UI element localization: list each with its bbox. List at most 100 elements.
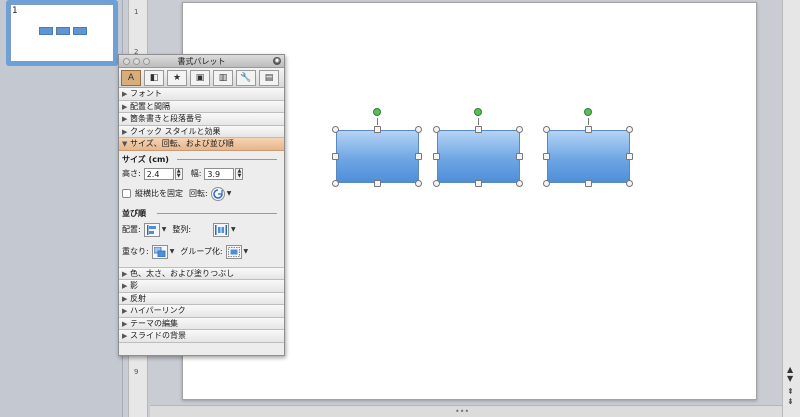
collapse-triangle-icon: ▼ [122,140,128,148]
section-edit-theme[interactable]: ▶ テーマの編集 [119,317,284,330]
text-format-tab-icon[interactable]: A [121,70,141,86]
expand-triangle-icon: ▶ [122,102,128,111]
rectangle-shape[interactable] [437,130,520,183]
page-down-icon[interactable]: ⇟ [787,398,794,406]
section-label: 反射 [130,293,146,303]
width-stepper-icon[interactable]: ▲ ▼ [235,167,244,180]
palette-tab-bar: A ◧ ★ ▣ ▥ 🔧 ▤ [119,68,284,88]
resize-handle[interactable] [415,153,422,160]
rectangle-shape[interactable] [336,130,419,183]
lock-rotate-row: 縦横比を固定 回転: ▼ [122,186,237,201]
resize-handle[interactable] [626,180,633,187]
divider [157,212,277,214]
formatting-palette: 書式パレット ◉ A ◧ ★ ▣ ▥ 🔧 ▤ ▶ フォント ▶ 配置と間隔 ▶ 箇条書… [118,54,285,356]
shape-style-tab-icon[interactable]: ◧ [144,70,164,86]
rotate-handle-icon[interactable] [474,108,482,116]
resize-grip-icon[interactable]: ••• [455,407,469,416]
resize-handle[interactable] [516,180,523,187]
group-icon[interactable] [225,244,242,259]
resize-handle[interactable] [433,126,440,133]
resize-handle[interactable] [516,153,523,160]
page-up-icon[interactable]: ⇞ [787,388,794,396]
height-label: 高さ: [122,169,141,178]
slide-transition-tab-icon[interactable]: ▣ [190,70,210,86]
align-distribute-icon[interactable] [213,222,230,237]
chevron-down-icon[interactable]: ▼ [231,226,236,233]
overlap-label: 重なり: [122,247,149,256]
resize-handle[interactable] [543,180,550,187]
minimize-window-icon[interactable] [133,58,140,65]
section-label: 色、太さ、および塗りつぶし [130,268,235,278]
resize-handle[interactable] [433,180,440,187]
chevron-down-icon[interactable]: ▼ [227,190,232,197]
overlap-order-icon[interactable] [151,244,168,259]
wrench-tab-icon[interactable]: 🔧 [236,70,256,86]
order-heading: 並び順 [122,208,146,218]
resize-handle[interactable] [415,180,422,187]
resize-handle[interactable] [626,153,633,160]
width-field[interactable]: 3.9 [204,167,235,180]
resize-handle[interactable] [543,126,550,133]
section-alignment-spacing[interactable]: ▶ 配置と間隔 [119,100,284,113]
chart-tab-icon[interactable]: ▥ [213,70,233,86]
thumbnail-shape [73,27,87,35]
section-quick-styles[interactable]: ▶ クイック スタイルと効果 [119,125,284,138]
section-label: クイック スタイルと効果 [130,126,221,136]
slide-thumbnail-pane: 1 [0,0,123,417]
rotate-handle-icon[interactable] [373,108,381,116]
resize-handle[interactable] [543,153,550,160]
resize-handle[interactable] [475,126,482,133]
section-label: 箇条書きと段落番号 [130,114,202,123]
section-slide-background[interactable]: ▶ スライドの背景 [119,330,284,343]
height-stepper-icon[interactable]: ▲ ▼ [174,167,183,180]
rotate-handle-icon[interactable] [584,108,592,116]
slide-thumbnail[interactable] [6,0,118,66]
section-color-weight-fill[interactable]: ▶ 色、太さ、および塗りつぶし [119,267,284,280]
expand-triangle-icon: ▶ [122,319,128,328]
resize-handle[interactable] [332,180,339,187]
section-label: テーマの編集 [130,318,178,328]
chevron-down-icon[interactable]: ▼ [170,248,175,255]
section-label: スライドの背景 [130,331,186,340]
resize-handle[interactable] [415,126,422,133]
resize-handle[interactable] [332,126,339,133]
height-field[interactable]: 2.4 [143,167,174,180]
resize-handle[interactable] [585,126,592,133]
zoom-window-icon[interactable] [143,58,150,65]
section-shadow[interactable]: ▶ 影 [119,280,284,293]
toolbox-tab-icon[interactable]: ▤ [259,70,279,86]
lock-aspect-ratio-checkbox[interactable] [122,189,131,198]
size-row: 高さ: 2.4 ▲ ▼ 幅: 3.9 ▲ ▼ [122,167,244,180]
palette-title-bar[interactable]: 書式パレット ◉ [119,55,284,68]
expand-triangle-icon: ▶ [122,90,128,98]
star-effects-tab-icon[interactable]: ★ [167,70,187,86]
section-hyperlink[interactable]: ▶ ハイパーリンク [119,305,284,318]
arrange-icon[interactable] [143,222,160,237]
resize-handle[interactable] [626,126,633,133]
palette-toggle-icon[interactable]: ◉ [273,57,281,65]
chevron-down-icon[interactable]: ▼ [244,248,249,255]
vertical-scrollbar[interactable]: ▲ ▼ ⇞ ⇟ [782,0,800,417]
resize-handle[interactable] [475,180,482,187]
resize-handle[interactable] [516,126,523,133]
resize-handle[interactable] [332,153,339,160]
section-font[interactable]: ▶ フォント [119,88,284,101]
section-bullets-numbering[interactable]: ▶ 箇条書きと段落番号 [119,113,284,126]
scroll-down-arrow-icon[interactable]: ▼ [787,375,793,383]
close-window-icon[interactable] [123,58,130,65]
group-label: グループ化: [180,247,223,256]
resize-handle[interactable] [585,180,592,187]
expand-triangle-icon: ▶ [122,115,128,123]
resize-handle[interactable] [374,126,381,133]
align-label: 整列: [172,225,192,234]
rectangle-shape[interactable] [547,130,630,183]
scroll-up-arrow-icon[interactable]: ▲ [787,366,793,374]
expand-triangle-icon: ▶ [122,294,128,303]
ruler-label: 9 [134,368,139,376]
rotate-icon[interactable] [210,186,225,201]
section-reflection[interactable]: ▶ 反射 [119,292,284,305]
chevron-down-icon[interactable]: ▼ [162,226,167,233]
resize-handle[interactable] [433,153,440,160]
resize-handle[interactable] [374,180,381,187]
section-size-rotation-order[interactable]: ▼ サイズ、回転、および並び順 [119,138,284,151]
